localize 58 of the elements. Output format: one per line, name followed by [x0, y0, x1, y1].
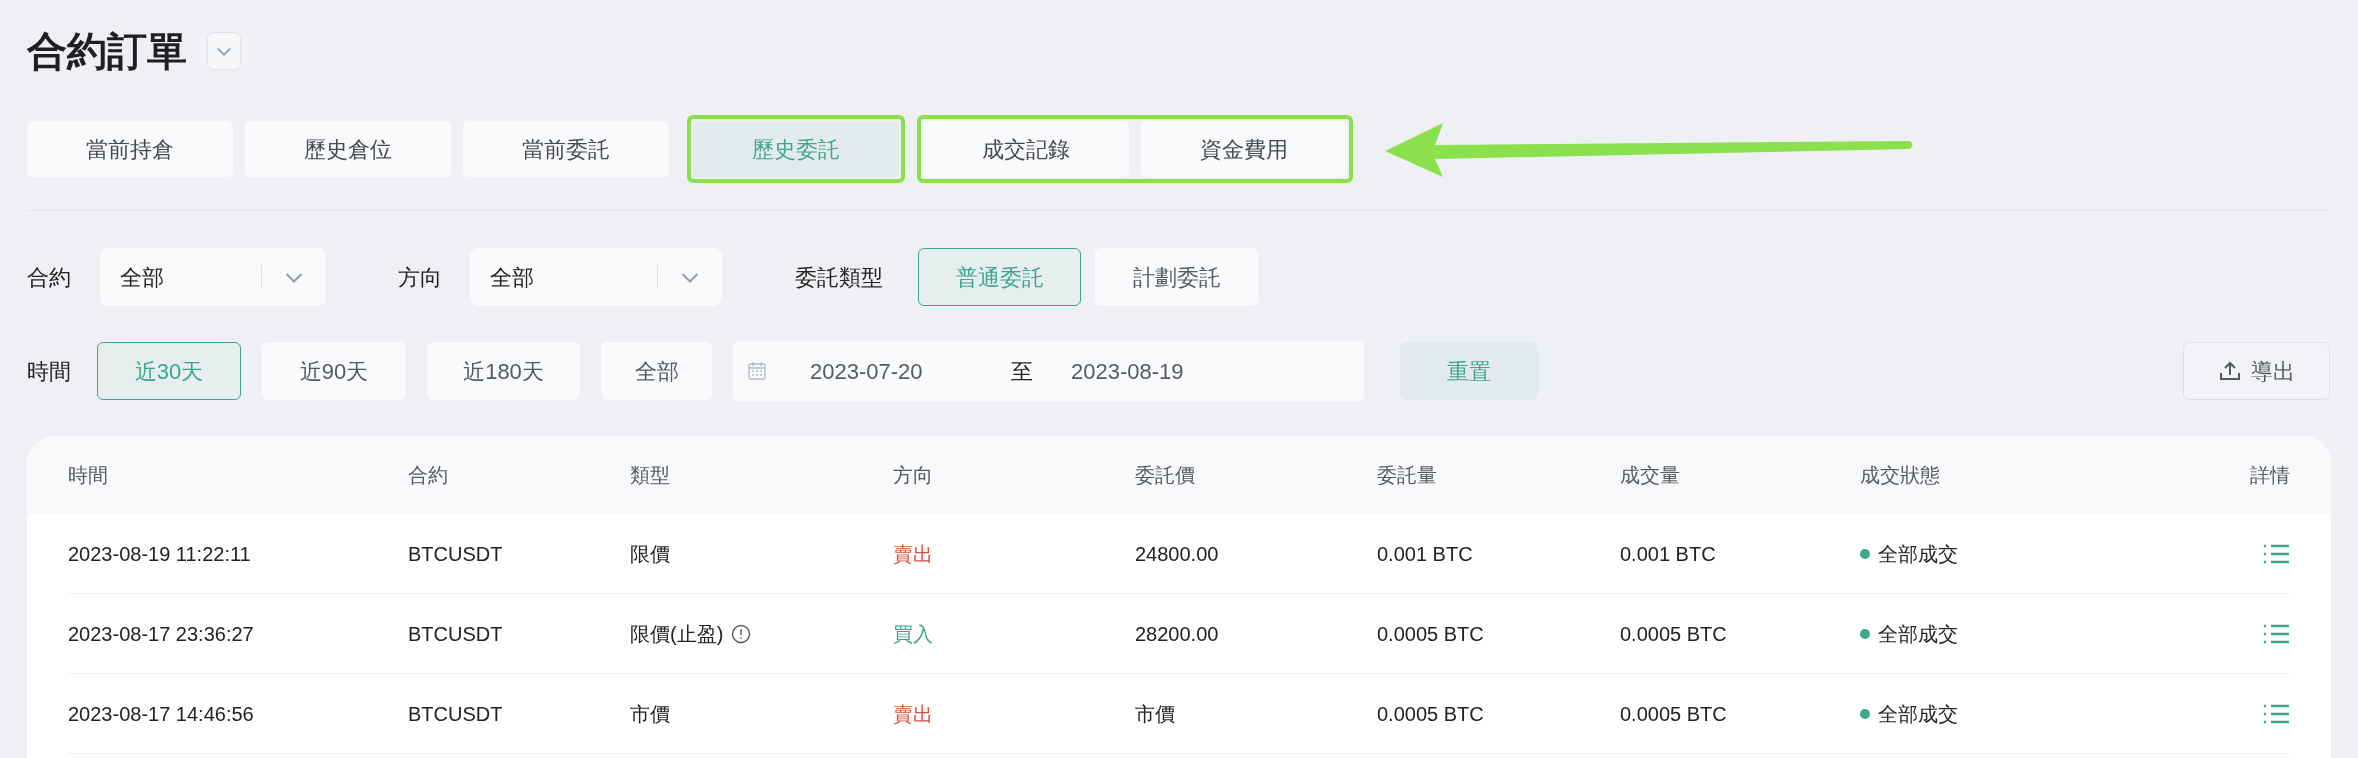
table-cell-text: 24800.00: [1135, 541, 1220, 567]
table-cell-text: 2023-08-19 11:22:11: [68, 541, 252, 567]
table-cell-text: BTCUSDT: [408, 621, 504, 647]
table-cell-text: 全部成交: [1878, 701, 1958, 727]
table-cell-text: 0.0005 BTC: [1620, 621, 1728, 647]
tab[interactable]: 當前委託: [463, 121, 669, 177]
filter-button[interactable]: 全部: [601, 342, 712, 400]
table-cell-text: 0.0005 BTC: [1377, 621, 1485, 647]
title-dropdown-button[interactable]: [207, 32, 241, 70]
column-header: 成交量: [1620, 463, 1681, 488]
table-cell-text: 全部成交: [1878, 541, 1958, 567]
list-icon[interactable]: [2262, 542, 2290, 565]
filter-button[interactable]: 近180天: [427, 342, 580, 400]
column-header: 方向: [893, 463, 934, 488]
select-field[interactable]: 全部: [470, 248, 722, 306]
column-header: 時間: [68, 463, 109, 488]
column-header: 合約: [408, 463, 449, 488]
export-button[interactable]: 導出: [2183, 342, 2330, 400]
tab[interactable]: 當前持倉: [27, 121, 233, 177]
column-header: 委託量: [1377, 463, 1438, 488]
filter-label: 時間: [27, 357, 72, 386]
column-header: 委託價: [1135, 463, 1196, 488]
table-cell-text: 0.0005 BTC: [1620, 701, 1728, 727]
table-cell-text: BTCUSDT: [408, 541, 504, 567]
filter-label: 合約: [27, 263, 72, 292]
table-cell-text: 市價: [1135, 701, 1176, 727]
table-cell-text: 0.001 BTC: [1377, 541, 1474, 567]
info-icon[interactable]: [731, 623, 752, 644]
table-cell-text: BTCUSDT: [408, 701, 504, 727]
tab[interactable]: 成交記錄: [923, 121, 1129, 177]
select-field[interactable]: 全部: [100, 248, 326, 306]
table-cell-text: 限價: [630, 541, 670, 567]
filter-button[interactable]: 計劃委託: [1095, 248, 1258, 306]
table-cell-text: 賣出: [893, 701, 934, 727]
table-cell-text: 2023-08-17 14:46:56: [68, 701, 255, 727]
table-cell-text: 市價: [630, 701, 670, 727]
list-icon[interactable]: [2262, 622, 2290, 645]
page-title: 合約訂單: [27, 28, 187, 75]
column-header: 成交狀態: [1860, 463, 1941, 488]
tab[interactable]: 資金費用: [1141, 121, 1347, 177]
table-cell-text: 限價(止盈): [630, 621, 724, 647]
table-cell-text: 0.0005 BTC: [1377, 701, 1485, 727]
table-cell-text: 2023-08-17 23:36:27: [68, 621, 255, 647]
tab[interactable]: 歷史倉位: [245, 121, 451, 177]
date-range-field[interactable]: 2023-07-20 至 2023-08-19: [733, 341, 1364, 401]
calendar-icon: [747, 361, 767, 381]
table-cell-text: 28200.00: [1135, 621, 1220, 647]
upload-icon: [2218, 360, 2241, 382]
column-header: 類型: [630, 463, 671, 488]
filter-button[interactable]: 近90天: [262, 342, 406, 400]
filter-label: 方向: [398, 263, 443, 292]
table-cell-text: 0.001 BTC: [1620, 541, 1717, 567]
filter-label: 委託類型: [795, 263, 884, 292]
list-icon[interactable]: [2262, 702, 2290, 725]
table-cell-text: 全部成交: [1878, 621, 1958, 647]
table-cell-text: 賣出: [893, 541, 934, 567]
column-header: 詳情: [2250, 463, 2290, 488]
table-cell-text: 買入: [893, 621, 934, 647]
